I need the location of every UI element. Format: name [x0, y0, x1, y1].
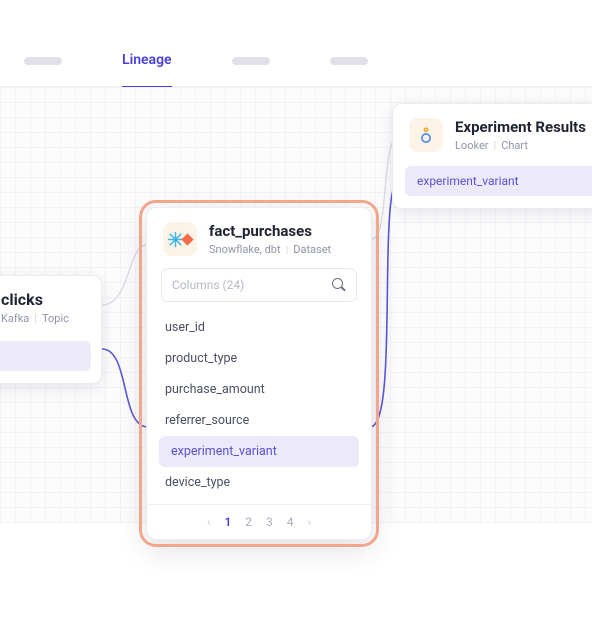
column-item[interactable]: purchase_amount: [147, 374, 371, 405]
looker-icon: [409, 118, 443, 152]
page-2[interactable]: 2: [245, 515, 252, 529]
tab-placeholder[interactable]: [330, 57, 368, 65]
column-item-selected[interactable]: experiment_variant: [159, 436, 359, 467]
column-item[interactable]: device_type: [147, 467, 371, 498]
page-4[interactable]: 4: [287, 515, 294, 529]
node-title: fact_purchases: [209, 222, 331, 240]
column-pill[interactable]: ent_variant: [0, 341, 91, 371]
search-placeholder: Columns (24): [172, 278, 244, 292]
node-meta: Kafka | Topic: [1, 312, 69, 325]
node-title: clicks: [1, 290, 69, 309]
column-item[interactable]: referrer_source: [147, 405, 371, 436]
search-icon: [332, 278, 346, 292]
column-pill[interactable]: experiment_variant: [405, 166, 592, 196]
column-item[interactable]: product_type: [147, 343, 371, 374]
node-title: Experiment Results: [455, 118, 586, 136]
page-prev[interactable]: ‹: [207, 515, 211, 529]
tab-bar: Lineage: [0, 35, 592, 87]
page-3[interactable]: 3: [266, 515, 273, 529]
node-meta: Snowflake, dbt | Dataset: [209, 243, 331, 256]
column-item[interactable]: user_id: [147, 312, 371, 343]
lineage-canvas[interactable]: clicks Kafka | Topic ent_variant Experim…: [0, 87, 592, 524]
page-next[interactable]: ›: [308, 515, 312, 529]
node-fact-purchases[interactable]: fact_purchases Snowflake, dbt | Dataset …: [146, 207, 372, 540]
pagination: ‹ 1 2 3 4 ›: [147, 504, 371, 539]
node-experiment-results[interactable]: Experiment Results Looker | Chart experi…: [392, 103, 592, 209]
snowflake-dbt-icon: [163, 222, 197, 256]
tab-lineage[interactable]: Lineage: [122, 52, 172, 89]
tab-placeholder[interactable]: [232, 57, 270, 65]
node-meta: Looker | Chart: [455, 139, 586, 152]
column-search[interactable]: Columns (24): [161, 268, 357, 302]
node-clicks[interactable]: clicks Kafka | Topic ent_variant: [0, 275, 102, 384]
column-list: user_id product_type purchase_amount ref…: [147, 310, 371, 504]
tab-placeholder[interactable]: [24, 57, 62, 65]
page-1[interactable]: 1: [224, 515, 231, 529]
top-whitespace: [0, 0, 592, 35]
